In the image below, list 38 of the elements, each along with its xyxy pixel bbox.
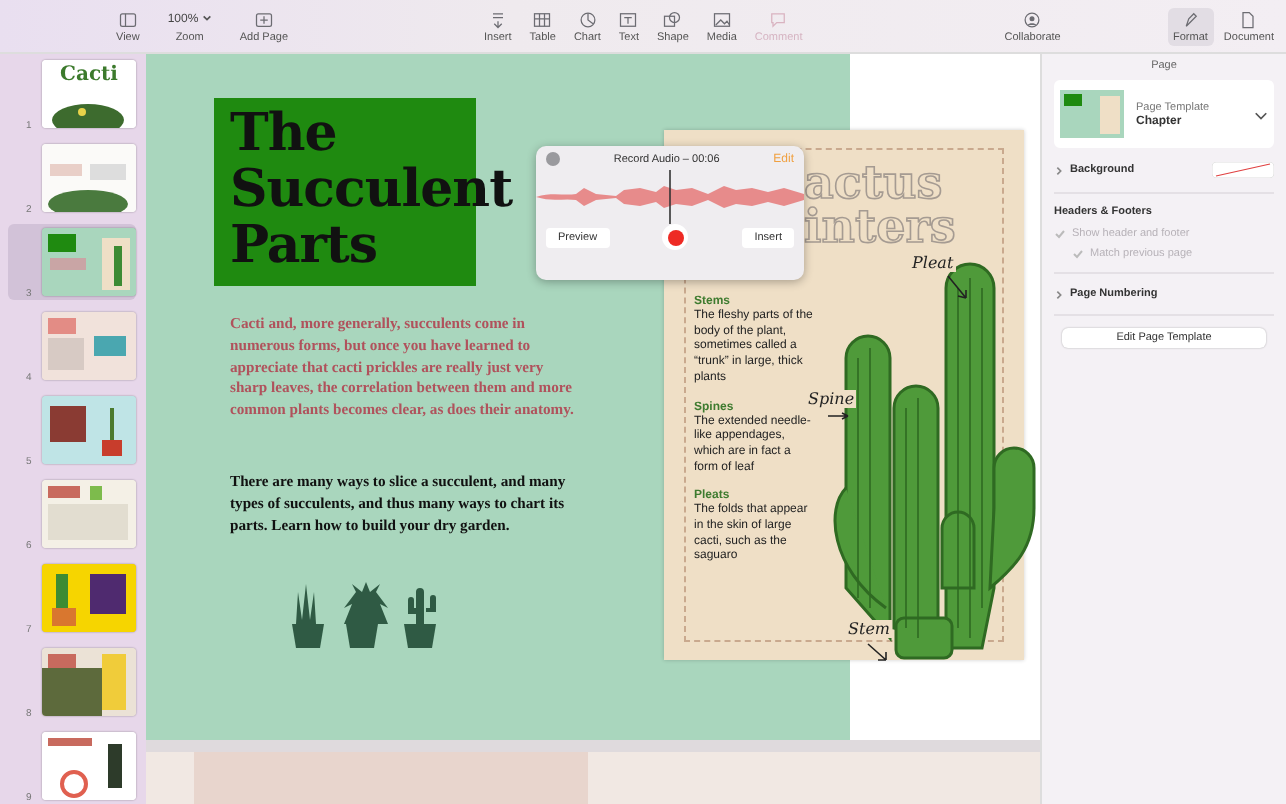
format-icon [1180,9,1201,29]
page-thumbnail[interactable] [42,732,136,800]
page-thumbnail[interactable] [42,396,136,464]
insert-icon [487,9,508,29]
potted-plants-icon [288,580,440,648]
template-thumbnail [1060,90,1124,138]
page-thumbnail[interactable] [42,564,136,632]
leader-line [946,274,970,302]
text-icon [618,9,639,29]
record-button[interactable] [662,224,689,250]
add-page-icon [253,9,274,29]
page-thumbnail[interactable] [42,312,136,380]
media-icon [711,9,732,29]
card-title: actus inters [804,162,956,250]
page-thumbnail[interactable] [42,60,136,128]
page-thumbnail[interactable] [42,144,136,212]
table-icon [532,9,553,29]
page-thumbnail[interactable] [42,648,136,716]
handwritten-label: Stem [846,620,893,638]
comment-icon [768,9,789,29]
handwritten-label: Pleat [910,254,956,272]
handwritten-label: Spine [806,390,857,408]
doc-icon [1238,9,1259,29]
leader-line [826,412,850,420]
chevron-down-icon [1254,107,1268,121]
no-fill-swatch[interactable] [1212,162,1274,178]
chevron-down-icon [201,13,212,21]
page-thumbnail[interactable] [42,228,136,296]
close-button[interactable] [546,152,560,166]
page-thumbnail[interactable] [42,480,136,548]
collab-icon [1022,9,1043,29]
leader-line [866,642,890,662]
sidebar-icon [117,9,138,29]
thumbnail-title: Cacti [58,64,120,86]
shape-icon [662,9,683,29]
chart-icon [577,9,598,29]
chevron-right-icon[interactable] [1054,289,1064,299]
chevron-right-icon[interactable] [1054,165,1064,175]
